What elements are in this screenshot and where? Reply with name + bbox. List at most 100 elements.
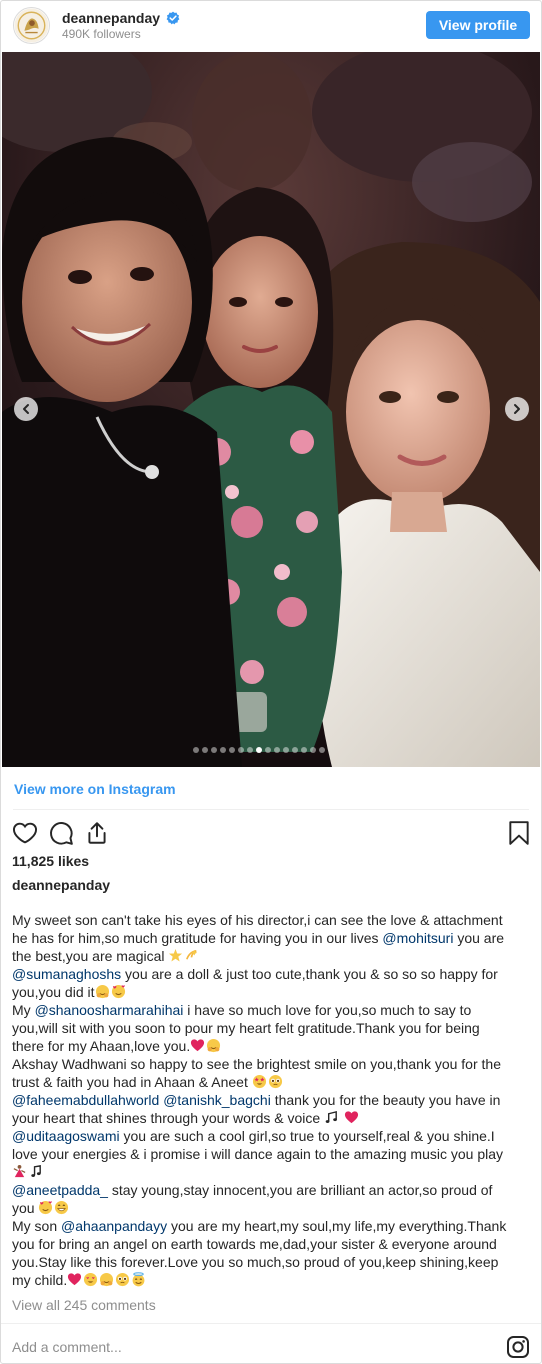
caption-username[interactable]: deannepanday bbox=[12, 877, 110, 893]
mention-link[interactable]: @mohitsuri bbox=[382, 930, 453, 946]
caption-line: love your energies & i promise i will da… bbox=[12, 1145, 530, 1163]
caption-line: My @shanoosharmarahihai i have so much l… bbox=[12, 1001, 530, 1019]
heart-icon bbox=[12, 822, 38, 844]
view-more-link[interactable]: View more on Instagram bbox=[14, 781, 176, 797]
caption-line: you for bring an angel on earth towards … bbox=[12, 1235, 530, 1253]
mention-link[interactable]: @aneetpadda_ bbox=[12, 1182, 108, 1198]
caption-line: @faheemabdullahworld @tanishk_bagchi tha… bbox=[12, 1091, 530, 1109]
caption-line: trust & faith you had in Ahaan & Aneet bbox=[12, 1073, 530, 1091]
musical-notes-emoji-icon bbox=[325, 1110, 337, 1123]
caption-line: he has for him,so much gratitude for hav… bbox=[12, 929, 530, 947]
carousel-dots bbox=[193, 747, 325, 753]
caption-line: you bbox=[12, 1199, 530, 1217]
divider bbox=[1, 1323, 541, 1324]
caption-text: love your energies & i promise i will da… bbox=[12, 1146, 504, 1162]
carousel-dot bbox=[238, 747, 244, 753]
caption-line bbox=[12, 1163, 530, 1181]
next-slide-button[interactable] bbox=[505, 397, 529, 421]
like-button[interactable] bbox=[12, 820, 38, 846]
star-struck-emoji-icon bbox=[252, 1074, 266, 1089]
caption-text: you bbox=[12, 1200, 39, 1216]
smiling-face-with-hearts-emoji-icon bbox=[111, 984, 125, 999]
caption-line: your heart that shines through your word… bbox=[12, 1109, 530, 1127]
carousel-dot bbox=[301, 747, 307, 753]
caption-text: you.Stay like this forever.Love you so m… bbox=[12, 1254, 499, 1270]
instagram-icon[interactable] bbox=[506, 1335, 530, 1359]
carousel-dot bbox=[220, 747, 226, 753]
verified-icon bbox=[166, 11, 180, 25]
caption-text: thank you for the beauty you have in bbox=[270, 1092, 501, 1108]
view-all-comments-link[interactable]: View all 245 comments bbox=[12, 1297, 156, 1313]
caption-text: you are my heart,my soul,my life,my ever… bbox=[167, 1218, 507, 1234]
post-photo-image bbox=[2, 52, 540, 767]
share-button[interactable] bbox=[84, 820, 110, 846]
caption-text: he has for him,so much gratitude for hav… bbox=[12, 930, 383, 946]
avatar[interactable] bbox=[13, 7, 50, 44]
hugging-face-emoji-icon bbox=[207, 1038, 221, 1053]
previous-slide-button[interactable] bbox=[14, 397, 38, 421]
view-profile-button[interactable]: View profile bbox=[426, 11, 530, 39]
save-button[interactable] bbox=[506, 820, 532, 846]
mention-link[interactable]: @sumanaghoshs bbox=[12, 966, 121, 982]
hugging-face-emoji-icon bbox=[100, 1272, 114, 1287]
caption-line: My son @ahaanpandayy you are my heart,my… bbox=[12, 1217, 530, 1235]
caption-line: Akshay Wadhwani so happy to see the brig… bbox=[12, 1055, 530, 1073]
caption-text: you are bbox=[453, 930, 505, 946]
red-heart-emoji-icon bbox=[68, 1273, 82, 1286]
smiling-face-with-hearts-emoji-icon bbox=[39, 1200, 53, 1215]
post-header: deannepanday 490K followers View profile bbox=[1, 1, 541, 51]
carousel-dot bbox=[319, 747, 325, 753]
caption-line: the best,you are magical bbox=[12, 947, 530, 965]
carousel-dot bbox=[247, 747, 253, 753]
caption-line: there for my Ahaan,love you. bbox=[12, 1037, 530, 1055]
red-heart-emoji-icon bbox=[344, 1111, 359, 1124]
comment-button[interactable] bbox=[48, 820, 74, 846]
post-photo[interactable] bbox=[2, 52, 540, 767]
mention-link[interactable]: @uditaagoswami bbox=[12, 1128, 120, 1144]
share-icon bbox=[88, 822, 106, 844]
carousel-dot bbox=[211, 747, 217, 753]
caption-line: @uditaagoswami you are such a cool girl,… bbox=[12, 1127, 530, 1145]
instagram-embed-card: deannepanday 490K followers View profile bbox=[0, 0, 542, 1364]
pleading-face-emoji-icon bbox=[268, 1074, 282, 1089]
caption-text: My son bbox=[12, 1218, 62, 1234]
caption-text: you are a doll & just too cute,thank you… bbox=[121, 966, 498, 982]
likes-count[interactable]: 11,825 likes bbox=[12, 853, 89, 869]
mention-link[interactable]: @faheemabdullahworld bbox=[12, 1092, 159, 1108]
add-comment-input[interactable] bbox=[12, 1339, 412, 1355]
grinning-face-emoji-icon bbox=[55, 1200, 69, 1215]
caption-text: you for bring an angel on earth towards … bbox=[12, 1236, 497, 1252]
dizzy-emoji-icon bbox=[186, 949, 198, 960]
carousel-dot bbox=[283, 747, 289, 753]
caption-text: My bbox=[12, 1002, 35, 1018]
caption-text: stay young,stay innocent,you are brillia… bbox=[107, 1182, 493, 1198]
caption-text: i have so much love for you,so much to s… bbox=[183, 1002, 472, 1018]
followers-count: 490K followers bbox=[62, 27, 141, 41]
mention-link[interactable]: @ahaanpandayy bbox=[61, 1218, 167, 1234]
carousel-dot bbox=[310, 747, 316, 753]
heart-eyes-emoji-icon bbox=[84, 1272, 98, 1287]
carousel-dot bbox=[193, 747, 199, 753]
caption-line: you.Stay like this forever.Love you so m… bbox=[12, 1253, 530, 1271]
chevron-right-icon bbox=[514, 404, 520, 414]
carousel-dot bbox=[229, 747, 235, 753]
caption-text: you,you did it bbox=[12, 984, 95, 1000]
mention-link[interactable]: @shanoosharmarahihai bbox=[35, 1002, 184, 1018]
pleading-face-emoji-icon bbox=[116, 1272, 130, 1287]
red-heart-emoji-icon bbox=[191, 1039, 205, 1052]
carousel-dot bbox=[274, 747, 280, 753]
caption-line: you,you did it bbox=[12, 983, 530, 1001]
caption-text: you,will sit with you soon to pour my he… bbox=[12, 1020, 480, 1036]
caption-text: my child. bbox=[12, 1272, 68, 1288]
caption-text: your heart that shines through your word… bbox=[12, 1110, 325, 1126]
caption-line: My sweet son can't take his eyes of his … bbox=[12, 911, 530, 929]
musical-note-emoji-icon bbox=[31, 1165, 41, 1177]
glowing-star-emoji-icon bbox=[169, 948, 183, 962]
divider bbox=[13, 809, 529, 810]
mention-link[interactable]: @tanishk_bagchi bbox=[163, 1092, 271, 1108]
carousel-dot bbox=[292, 747, 298, 753]
smiling-face-with-halo-emoji-icon bbox=[132, 1272, 145, 1287]
caption-text: the best,you are magical bbox=[12, 948, 169, 964]
caption-text: there for my Ahaan,love you. bbox=[12, 1038, 191, 1054]
username[interactable]: deannepanday bbox=[62, 10, 160, 26]
